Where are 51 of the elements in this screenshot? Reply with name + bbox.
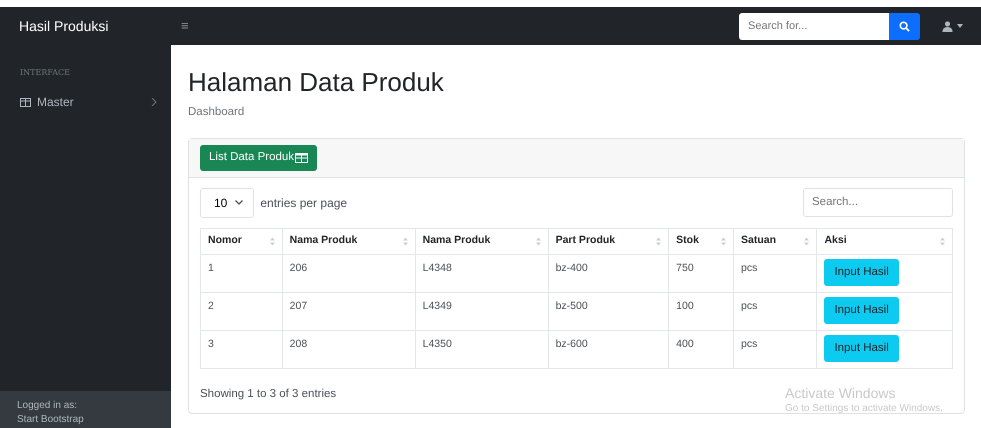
- input-hasil-button[interactable]: Input Hasil: [824, 296, 899, 324]
- sort-icon[interactable]: [721, 236, 726, 246]
- sidebar-heading: INTERFACE: [19, 67, 71, 79]
- table-cell: 207: [290, 300, 308, 312]
- table-cell: L4350: [422, 338, 452, 350]
- table-cell: L4348: [422, 262, 452, 274]
- table-cell: pcs: [741, 262, 758, 274]
- table-cell: 400: [676, 338, 694, 350]
- entries-select[interactable]: 10: [200, 188, 254, 218]
- sort-icon[interactable]: [402, 236, 408, 246]
- entries-label: entries per page: [260, 194, 348, 212]
- column-header[interactable]: Aksi: [824, 233, 847, 250]
- sidebar-item[interactable]: Master: [0, 79, 171, 111]
- table-cell: pcs: [741, 338, 758, 350]
- table-icon: [20, 98, 31, 106]
- sort-icon[interactable]: [270, 236, 275, 246]
- user-icon: [942, 20, 953, 32]
- table-cell: 2: [208, 300, 214, 312]
- sort-icon[interactable]: [940, 236, 945, 246]
- search-button[interactable]: [889, 12, 920, 40]
- table-search-field[interactable]: Search...: [803, 188, 953, 218]
- table-cell: bz-500: [556, 300, 588, 312]
- table-cell: 3: [208, 338, 214, 350]
- table-cell: 1: [208, 262, 214, 274]
- list-data-button[interactable]: List Data Produk: [200, 145, 318, 171]
- caret-icon: [957, 24, 963, 28]
- search-icon: [899, 20, 910, 32]
- input-hasil-button[interactable]: Input Hasil: [824, 258, 899, 286]
- sort-icon[interactable]: [656, 236, 662, 246]
- breadcrumb-link[interactable]: Dashboard: [188, 104, 965, 122]
- chevron-down-icon: [235, 200, 244, 206]
- user-menu-button[interactable]: [942, 20, 963, 32]
- sort-icon[interactable]: [536, 236, 541, 246]
- logged-in-label: Logged in as:: [17, 399, 78, 412]
- table-cell: 206: [290, 262, 308, 274]
- search-field[interactable]: Search for...: [739, 12, 889, 40]
- table-cell: 208: [290, 338, 308, 350]
- table-cell: pcs: [741, 300, 758, 312]
- table-cell: bz-400: [556, 262, 588, 274]
- input-hasil-button[interactable]: Input Hasil: [824, 334, 899, 362]
- table-cell: L4349: [422, 300, 452, 312]
- user-name: Start Bootstrap: [17, 412, 85, 426]
- sort-icon[interactable]: [804, 236, 810, 246]
- menu-toggle-button[interactable]: ≡: [175, 15, 195, 37]
- table-info: Showing 1 to 3 of 3 entries: [200, 386, 336, 402]
- table-cell: 100: [676, 300, 694, 312]
- table-cell: 750: [676, 262, 694, 274]
- table-cell: bz-600: [556, 338, 588, 350]
- table-icon: [295, 153, 308, 164]
- page-title: Halaman Data Produk: [188, 67, 445, 98]
- brand-title[interactable]: Hasil Produksi: [0, 16, 171, 36]
